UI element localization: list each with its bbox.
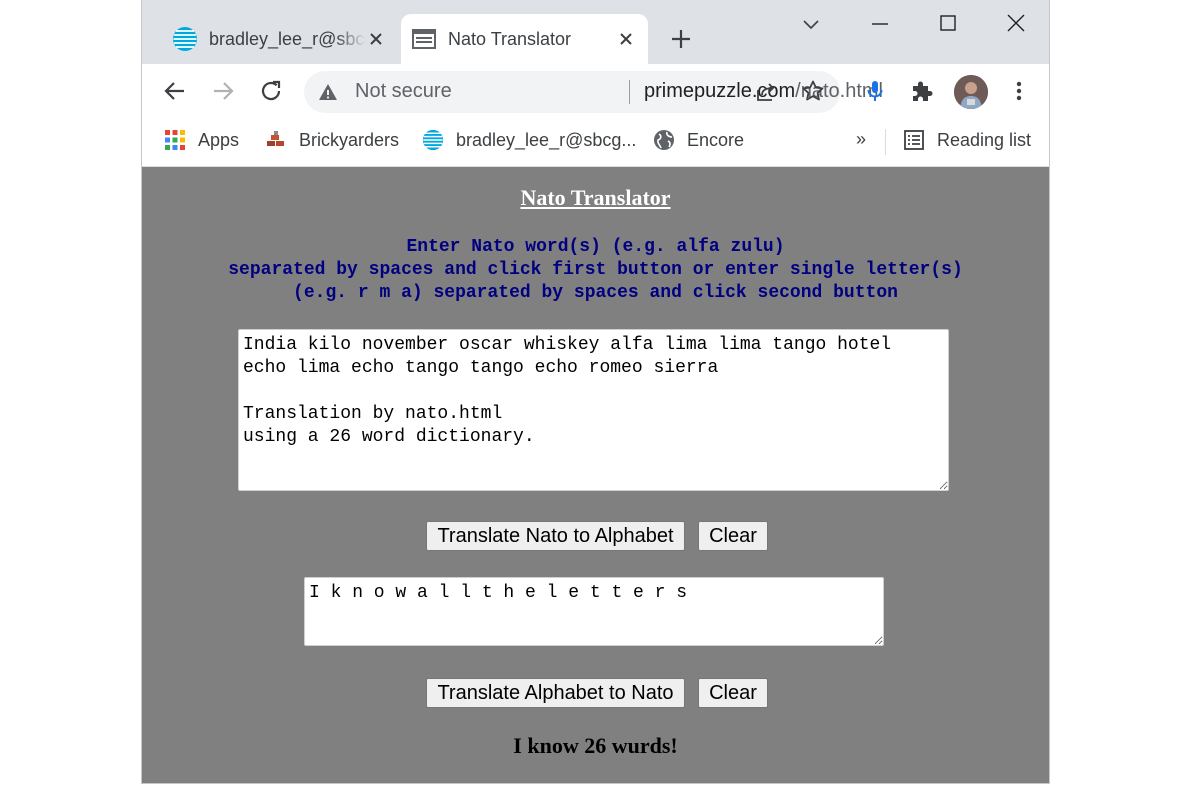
tab-title: Nato Translator (448, 28, 572, 49)
bookmark-label: Encore (687, 129, 745, 150)
att-globe-icon (422, 129, 444, 151)
tab-strip: bradley_lee_r@sbcglobal.net Nato Transla… (142, 0, 1049, 64)
page-icon (412, 29, 436, 49)
tab-title: bradley_lee_r@sbcglobal.net (209, 28, 366, 49)
clear-nato-button[interactable]: Clear (698, 521, 768, 551)
globe-icon (654, 130, 674, 150)
brick-icon (267, 131, 284, 146)
page-content: Nato Translator Enter Nato word(s) (e.g.… (142, 167, 1049, 783)
security-status-label[interactable]: Not secure (355, 80, 452, 103)
alphabet-letters-textarea[interactable]: I k n o w a l l t h e l e t t e r s (304, 577, 884, 646)
warning-triangle-icon[interactable] (318, 82, 338, 102)
bookmark-label: Brickyarders (299, 129, 400, 150)
bookmark-label: bradley_lee_r@sbcg... (456, 129, 637, 150)
apps-grid-icon (165, 130, 185, 150)
profile-avatar[interactable] (954, 75, 988, 109)
bookmark-apps[interactable]: Apps (164, 129, 239, 151)
close-tab-icon[interactable] (366, 29, 386, 49)
bookmarks-bar: Apps Brickyarders bradley_lee_r@sbcg... … (142, 119, 1049, 167)
browser-window: bradley_lee_r@sbcglobal.net Nato Transla… (141, 0, 1050, 784)
bookmark-brickyarders[interactable]: Brickyarders (265, 129, 399, 151)
share-icon[interactable] (754, 80, 778, 104)
tab-email[interactable]: bradley_lee_r@sbcglobal.net (162, 14, 398, 64)
nato-words-textarea[interactable]: India kilo november oscar whiskey alfa l… (238, 329, 949, 491)
instructions: Enter Nato word(s) (e.g. alfa zulu) sepa… (142, 236, 1049, 305)
reading-list-label: Reading list (937, 129, 1032, 150)
tab-nato-translator[interactable]: Nato Translator (401, 14, 648, 64)
clear-alphabet-button[interactable]: Clear (698, 678, 768, 708)
bookmarks-overflow-chevron[interactable]: » (856, 129, 866, 150)
forward-arrow-icon[interactable] (210, 78, 236, 104)
bookmark-encore[interactable]: Encore (653, 129, 744, 151)
bookmark-email[interactable]: bradley_lee_r@sbcg... (422, 129, 636, 151)
instruction-line: Enter Nato word(s) (e.g. alfa zulu) (406, 237, 785, 257)
microphone-icon[interactable] (862, 78, 888, 104)
bookmark-label: Apps (198, 129, 240, 150)
page-title: Nato Translator (520, 185, 671, 210)
translate-nato-to-alphabet-button[interactable]: Translate Nato to Alphabet (426, 521, 685, 551)
translate-alphabet-to-nato-button[interactable]: Translate Alphabet to Nato (426, 678, 685, 708)
instruction-line: (e.g. r m a) separated by spaces and cli… (293, 283, 898, 303)
instruction-line: separated by spaces and click first butt… (228, 260, 963, 280)
minimize-icon[interactable] (868, 12, 892, 36)
footer-text: I know 26 wurds! (513, 733, 678, 758)
address-bar[interactable]: Not secure primepuzzle.com/nato.html (304, 71, 883, 113)
omnibox-divider (629, 80, 630, 104)
att-globe-icon (173, 27, 197, 51)
reading-list-icon (904, 130, 924, 150)
reload-icon[interactable] (258, 78, 284, 104)
close-window-icon[interactable] (1004, 12, 1028, 36)
bookmark-star-icon[interactable] (801, 79, 825, 103)
browser-toolbar: Not secure primepuzzle.com/nato.html (142, 64, 1049, 119)
maximize-icon[interactable] (936, 12, 960, 36)
reading-list-button[interactable]: Reading list (903, 129, 1031, 151)
tab-search-chevron-icon[interactable] (799, 12, 823, 36)
back-arrow-icon[interactable] (162, 78, 188, 104)
bookmarks-divider (885, 129, 886, 155)
close-tab-icon[interactable] (616, 29, 636, 49)
more-menu-icon[interactable] (1006, 78, 1032, 104)
extensions-puzzle-icon[interactable] (909, 78, 935, 104)
profile-photo-icon (954, 75, 988, 109)
new-tab-plus-icon[interactable] (669, 27, 693, 51)
